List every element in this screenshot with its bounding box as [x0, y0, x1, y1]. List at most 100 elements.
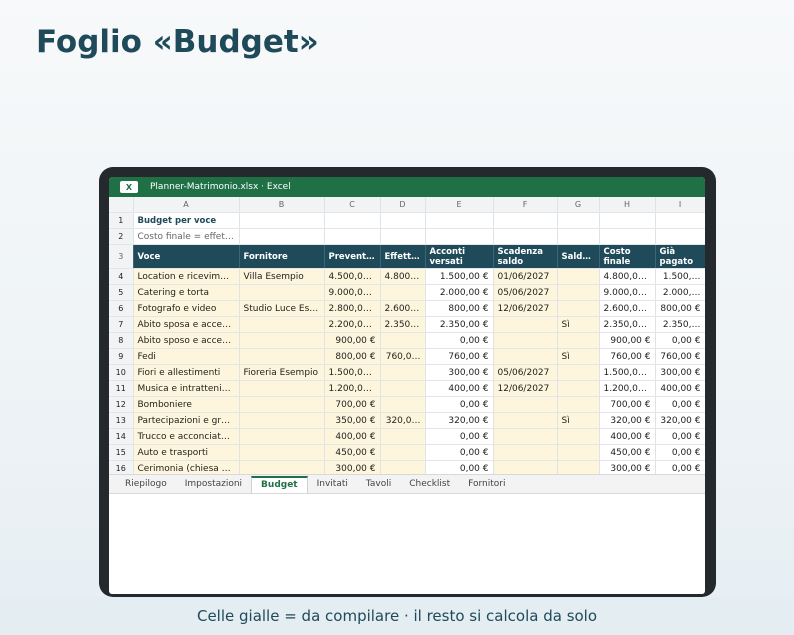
- data-cell[interactable]: 2.600,00 €: [599, 300, 656, 317]
- header-cell[interactable]: Scadenza saldo: [493, 244, 558, 269]
- empty-cell[interactable]: [655, 212, 705, 229]
- data-cell[interactable]: 350,00 €: [324, 412, 381, 429]
- data-cell[interactable]: 4.800,00 €: [599, 268, 656, 285]
- data-cell[interactable]: 760,00 €: [425, 348, 494, 365]
- data-cell[interactable]: [239, 396, 325, 413]
- data-cell[interactable]: 760,0…: [380, 348, 426, 365]
- note-cell[interactable]: Costo finale = effett…: [133, 228, 240, 245]
- data-cell[interactable]: Abito sposo e acces…: [133, 332, 240, 349]
- data-cell[interactable]: 2.000,00 €: [425, 284, 494, 301]
- data-cell[interactable]: 450,00 €: [324, 444, 381, 461]
- data-cell[interactable]: [493, 412, 558, 429]
- empty-cell[interactable]: [493, 228, 558, 245]
- header-cell[interactable]: Già pagato: [655, 244, 705, 269]
- data-cell[interactable]: [239, 348, 325, 365]
- row-number[interactable]: 7: [109, 316, 134, 333]
- data-cell[interactable]: [380, 332, 426, 349]
- data-cell[interactable]: [493, 444, 558, 461]
- corner-cell[interactable]: [109, 197, 134, 213]
- row-number[interactable]: 1: [109, 212, 134, 229]
- empty-cell[interactable]: [599, 228, 656, 245]
- data-cell[interactable]: 300,00 €: [425, 364, 494, 381]
- data-cell[interactable]: 1.500,00 €: [425, 268, 494, 285]
- sheet-tab-invitati[interactable]: Invitati: [308, 477, 357, 493]
- data-cell[interactable]: [380, 284, 426, 301]
- data-cell[interactable]: Villa Esempio: [239, 268, 325, 285]
- data-cell[interactable]: 400,00 €: [655, 380, 705, 397]
- empty-cell[interactable]: [380, 212, 426, 229]
- data-cell[interactable]: [493, 316, 558, 333]
- row-number[interactable]: 13: [109, 412, 134, 429]
- row-number[interactable]: 4: [109, 268, 134, 285]
- empty-cell[interactable]: [599, 212, 656, 229]
- data-cell[interactable]: 2.350,…: [655, 316, 705, 333]
- data-cell[interactable]: 320,00 €: [599, 412, 656, 429]
- empty-cell[interactable]: [425, 212, 494, 229]
- data-cell[interactable]: 320,00 €: [655, 412, 705, 429]
- data-cell[interactable]: 9.000,00 €: [324, 284, 381, 301]
- data-cell[interactable]: 400,00 €: [599, 428, 656, 445]
- row-number[interactable]: 5: [109, 284, 134, 301]
- data-cell[interactable]: 1.500,00 €: [599, 364, 656, 381]
- data-cell[interactable]: 12/06/2027: [493, 380, 558, 397]
- data-cell[interactable]: [557, 284, 600, 301]
- data-cell[interactable]: [493, 348, 558, 365]
- data-cell[interactable]: [493, 396, 558, 413]
- data-cell[interactable]: [493, 428, 558, 445]
- data-cell[interactable]: 900,00 €: [324, 332, 381, 349]
- data-cell[interactable]: Bomboniere: [133, 396, 240, 413]
- empty-cell[interactable]: [557, 228, 600, 245]
- data-cell[interactable]: 400,00 €: [425, 380, 494, 397]
- sheet-tab-budget[interactable]: Budget: [251, 476, 308, 493]
- data-cell[interactable]: [380, 364, 426, 381]
- header-cell[interactable]: Acconti versati: [425, 244, 494, 269]
- sheet-title-cell[interactable]: Budget per voce: [133, 212, 240, 229]
- data-cell[interactable]: [380, 428, 426, 445]
- data-cell[interactable]: Location e ricevime…: [133, 268, 240, 285]
- empty-cell[interactable]: [239, 212, 325, 229]
- data-cell[interactable]: 2.800,00 €: [324, 300, 381, 317]
- header-cell[interactable]: Fornitore: [239, 244, 325, 269]
- data-cell[interactable]: [557, 396, 600, 413]
- data-cell[interactable]: [239, 444, 325, 461]
- data-cell[interactable]: 0,00 €: [655, 332, 705, 349]
- data-cell[interactable]: 320,0…: [380, 412, 426, 429]
- data-cell[interactable]: [557, 428, 600, 445]
- data-cell[interactable]: 700,00 €: [599, 396, 656, 413]
- data-cell[interactable]: 1.200,00 €: [599, 380, 656, 397]
- data-cell[interactable]: Fedi: [133, 348, 240, 365]
- data-cell[interactable]: 01/06/2027: [493, 268, 558, 285]
- data-cell[interactable]: [557, 444, 600, 461]
- row-number[interactable]: 15: [109, 444, 134, 461]
- data-cell[interactable]: [380, 444, 426, 461]
- data-cell[interactable]: 900,00 €: [599, 332, 656, 349]
- data-cell[interactable]: 12/06/2027: [493, 300, 558, 317]
- empty-cell[interactable]: [655, 228, 705, 245]
- empty-cell[interactable]: [324, 228, 381, 245]
- data-cell[interactable]: 760,00 €: [655, 348, 705, 365]
- column-header-d[interactable]: D: [380, 197, 426, 213]
- data-cell[interactable]: 2.000,…: [655, 284, 705, 301]
- data-cell[interactable]: [239, 284, 325, 301]
- data-cell[interactable]: Auto e trasporti: [133, 444, 240, 461]
- data-cell[interactable]: 0,00 €: [425, 332, 494, 349]
- data-cell[interactable]: [380, 380, 426, 397]
- column-header-a[interactable]: A: [133, 197, 240, 213]
- data-cell[interactable]: [239, 332, 325, 349]
- data-cell[interactable]: 800,00 €: [655, 300, 705, 317]
- data-cell[interactable]: 450,00 €: [599, 444, 656, 461]
- data-cell[interactable]: Sì: [557, 412, 600, 429]
- sheet-tab-fornitori[interactable]: Fornitori: [459, 477, 514, 493]
- data-cell[interactable]: 400,00 €: [324, 428, 381, 445]
- data-cell[interactable]: 05/06/2027: [493, 364, 558, 381]
- data-cell[interactable]: 4.500,00 €: [324, 268, 381, 285]
- data-cell[interactable]: 300,00 €: [655, 364, 705, 381]
- sheet-tab-riepilogo[interactable]: Riepilogo: [116, 477, 176, 493]
- data-cell[interactable]: 2.200,00 €: [324, 316, 381, 333]
- data-cell[interactable]: Studio Luce Es…: [239, 300, 325, 317]
- row-number[interactable]: 3: [109, 244, 134, 269]
- data-cell[interactable]: [380, 396, 426, 413]
- header-cell[interactable]: Effetti…: [380, 244, 426, 269]
- empty-cell[interactable]: [239, 228, 325, 245]
- data-cell[interactable]: 2.350,…: [380, 316, 426, 333]
